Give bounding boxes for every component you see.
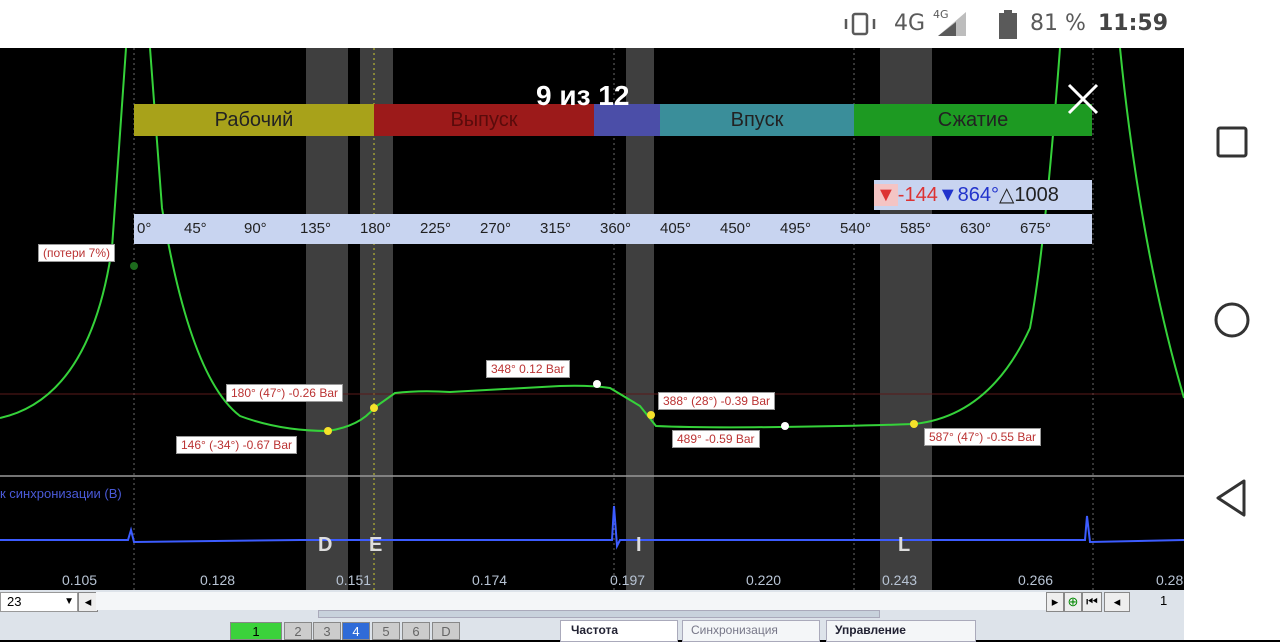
marker-dot	[130, 262, 138, 270]
close-icon[interactable]	[1066, 82, 1100, 116]
horizontal-scrollbar[interactable]	[96, 592, 1046, 610]
red-marker-value: -144	[897, 184, 938, 206]
loss-label: (потери 7%)	[38, 244, 115, 262]
zone-letter: D	[318, 534, 333, 556]
scroll-left-button[interactable]: ◂	[78, 592, 98, 612]
channel-button-6[interactable]: 6	[402, 622, 430, 640]
zoom-combo[interactable]: 23 ▼	[0, 592, 78, 612]
first-page-icon[interactable]: ⏮	[1082, 592, 1102, 612]
sync-channel-label: к синхронизации (В)	[0, 486, 122, 501]
time-tick: 0.243	[882, 572, 918, 588]
zone-letter: E	[369, 534, 383, 556]
sync-panel-label: Синхронизация	[691, 623, 778, 637]
degree-tick: 180°	[360, 220, 392, 237]
channel-button-d[interactable]: D	[432, 622, 460, 640]
point-label: 180° (47°) -0.26 Bar	[226, 384, 343, 402]
phase-intake: Впуск	[660, 104, 854, 136]
degree-tick: 135°	[300, 220, 332, 237]
zoom-in-icon[interactable]: ⊕	[1064, 592, 1082, 612]
prev-page-icon[interactable]: ◂	[1104, 592, 1130, 612]
point-label: 587° (47°) -0.55 Bar	[924, 428, 1041, 446]
zone-letter: I	[636, 534, 642, 556]
frequency-label: Частота	[571, 623, 619, 637]
channel-button-1[interactable]: 1	[230, 622, 282, 640]
battery-level: 81 %	[1030, 11, 1086, 36]
page-number: 1	[1160, 593, 1168, 608]
control-panel: 23 ▼ ◂ ▸ ⊕ ⏮ ◂ 1 1 2 3 4 5 6 D Частота Си…	[0, 590, 1184, 642]
time-tick: 0.174	[472, 572, 508, 588]
channel-button-5[interactable]: 5	[372, 622, 400, 640]
sync-panel: Синхронизация	[682, 620, 820, 642]
degree-tick: 90°	[244, 220, 267, 237]
channel-button-3[interactable]: 3	[313, 622, 341, 640]
degree-tick: 630°	[960, 220, 992, 237]
clock: 11:59	[1098, 11, 1169, 36]
frequency-panel: Частота	[560, 620, 678, 642]
degree-scale: 0° 45° 90° 135° 180° 225° 270° 315° 360°…	[134, 214, 1092, 244]
time-tick: 0.151	[336, 572, 372, 588]
status-bar: 4G 4G 81 % 11:59	[0, 0, 1184, 48]
degree-tick: 405°	[660, 220, 692, 237]
signal-icon	[938, 12, 966, 36]
degree-tick: 495°	[780, 220, 812, 237]
degree-tick: 540°	[840, 220, 872, 237]
recent-apps-icon[interactable]	[1216, 126, 1250, 160]
delta-value: 1008	[1014, 184, 1059, 206]
back-icon[interactable]	[1214, 478, 1250, 518]
zone-letter: L	[898, 534, 911, 556]
degree-tick: 585°	[900, 220, 932, 237]
degree-tick: 450°	[720, 220, 752, 237]
blue-marker-value: 864°	[957, 184, 999, 206]
point-label: 348° 0.12 Bar	[486, 360, 570, 378]
point-label: 388° (28°) -0.39 Bar	[658, 392, 775, 410]
degree-tick: 675°	[1020, 220, 1052, 237]
degree-tick: 225°	[420, 220, 452, 237]
time-tick: 0.220	[746, 572, 782, 588]
time-tick: 0.28	[1156, 572, 1184, 588]
time-tick: 0.128	[200, 572, 236, 588]
channel-button-4[interactable]: 4	[342, 622, 370, 640]
control-section: Управление	[826, 620, 976, 642]
time-tick: 0.197	[610, 572, 646, 588]
point-label: 146° (-34°) -0.67 Bar	[176, 436, 297, 454]
blue-marker-icon: ▼	[937, 184, 958, 206]
image-counter: 9 из 12	[536, 80, 630, 111]
splitter-handle[interactable]	[318, 610, 880, 618]
navigation-bar	[1184, 0, 1280, 640]
degree-tick: 0°	[137, 220, 152, 237]
delta-icon: △	[999, 184, 1015, 206]
home-icon[interactable]	[1212, 300, 1252, 340]
degree-tick: 45°	[184, 220, 207, 237]
oscilloscope-view: Рабочий Выпуск Впуск Сжатие 9 из 12 ▼ -14…	[0, 48, 1184, 590]
battery-icon	[999, 10, 1017, 39]
vibrate-icon	[844, 12, 876, 36]
sync-trace	[0, 505, 1184, 550]
marker-readout: ▼ -144▼864°△1008	[874, 180, 1092, 210]
point-label: 489° -0.59 Bar	[672, 430, 760, 448]
red-marker-icon: ▼	[874, 184, 898, 206]
degree-tick: 315°	[540, 220, 572, 237]
chevron-down-icon: ▼	[64, 596, 74, 607]
network-type: 4G	[894, 11, 926, 36]
scroll-right-button[interactable]: ▸	[1046, 592, 1064, 612]
time-tick: 0.266	[1018, 572, 1054, 588]
degree-tick: 360°	[600, 220, 632, 237]
phase-compression: Сжатие	[854, 104, 1092, 136]
time-tick: 0.105	[62, 572, 98, 588]
phase-working: Рабочий	[134, 104, 374, 136]
channel-button-2[interactable]: 2	[284, 622, 312, 640]
degree-tick: 270°	[480, 220, 512, 237]
control-section-label: Управление	[835, 623, 906, 637]
